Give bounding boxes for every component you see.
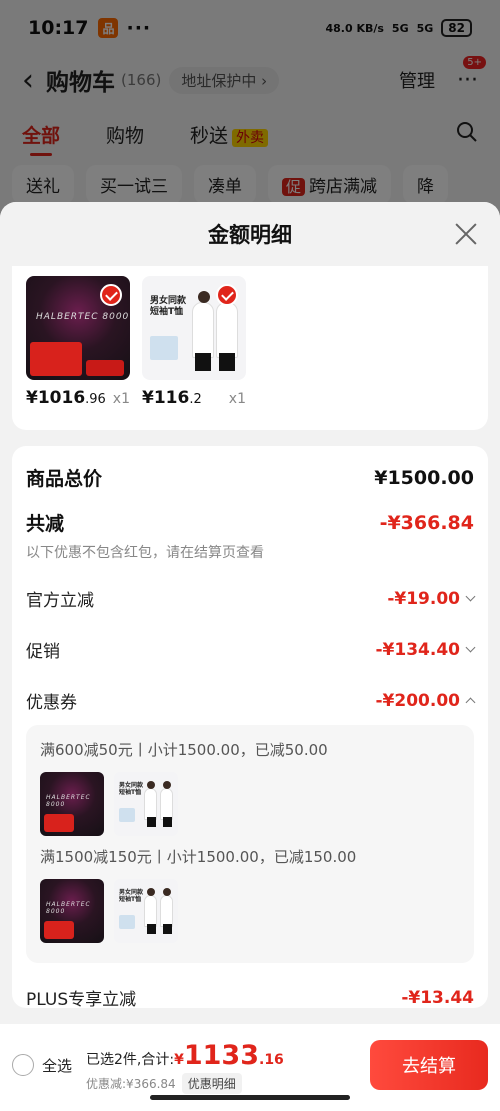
products-card: HALBERTEC 8000 ¥1016.96 x1 男女同款 短袖T恤 ¥11…: [12, 266, 488, 430]
product-price: ¥116.2: [142, 388, 202, 408]
plus-discount-row: PLUS专享立减 -¥13.44: [26, 987, 474, 1011]
product-item[interactable]: HALBERTEC 8000 ¥1016.96 x1: [26, 276, 130, 408]
selected-check-icon: [100, 284, 122, 306]
coupon-line: 满1500减150元丨小计1500.00，已减150.00: [40, 848, 357, 866]
checkout-button[interactable]: 去结算: [370, 1040, 488, 1090]
goods-total-value: ¥1500.00: [374, 466, 474, 489]
coupon-line: 满600减50元丨小计1500.00，已减50.00: [40, 741, 328, 759]
close-icon[interactable]: [454, 222, 478, 246]
amount-detail-sheet: 金额明细 HALBERTEC 8000 ¥1016.96 x1 男女同款 短袖T恤: [0, 202, 500, 1111]
plus-discount-value: -¥13.44: [401, 987, 474, 1008]
tshirt-image: 男女同款 短袖T恤: [142, 276, 246, 380]
promotion-row[interactable]: 促销 -¥134.40: [26, 637, 476, 662]
product-price: ¥1016.96: [26, 388, 106, 408]
chevron-down-icon: [465, 591, 476, 602]
coupon-row[interactable]: 优惠券 -¥200.00: [26, 688, 476, 713]
tshirt-thumbnail: 男女同款 短袖T恤: [114, 879, 178, 943]
official-discount-row[interactable]: 官方立减 -¥19.00: [26, 586, 476, 611]
select-all-label[interactable]: 全选: [42, 1055, 72, 1076]
selected-count-text: 已选2件,合计:: [86, 1052, 175, 1068]
racket-thumbnail: HALBERTEC 8000: [40, 879, 104, 943]
total-discount-row: 共减 -¥366.84: [26, 511, 474, 536]
total-discount-value: -¥366.84: [379, 511, 474, 534]
selected-check-icon: [216, 284, 238, 306]
racket-thumbnail: HALBERTEC 8000: [40, 772, 104, 836]
discount-summary: 优惠减:¥366.84: [86, 1077, 176, 1091]
product-qty: x1: [228, 391, 246, 407]
discount-detail-button[interactable]: 优惠明细: [181, 1073, 242, 1094]
racket-image: HALBERTEC 8000: [26, 276, 130, 380]
product-item[interactable]: 男女同款 短袖T恤 ¥116.2 x1: [142, 276, 246, 408]
product-qty: x1: [112, 391, 130, 407]
tshirt-thumbnail: 男女同款 短袖T恤: [114, 772, 178, 836]
chevron-down-icon: [465, 642, 476, 653]
select-all-radio[interactable]: [12, 1054, 34, 1076]
sheet-header: 金额明细: [0, 202, 500, 266]
sheet-title: 金额明细: [208, 223, 292, 247]
order-summary: 已选2件,合计: ¥1133.16 优惠减:¥366.84 优惠明细: [86, 1040, 284, 1094]
discount-note: 以下优惠不包含红包，请在结算页查看: [26, 545, 264, 561]
total-price: ¥1133.16: [174, 1040, 284, 1071]
goods-total-row: 商品总价 ¥1500.00: [26, 466, 474, 491]
coupon-details: 满600减50元丨小计1500.00，已减50.00 HALBERTEC 800…: [26, 725, 474, 963]
amount-breakdown-card: 商品总价 ¥1500.00 共减 -¥366.84 以下优惠不包含红包，请在结算…: [12, 446, 488, 1011]
home-indicator: [150, 1095, 350, 1100]
chevron-up-icon: [465, 697, 476, 708]
